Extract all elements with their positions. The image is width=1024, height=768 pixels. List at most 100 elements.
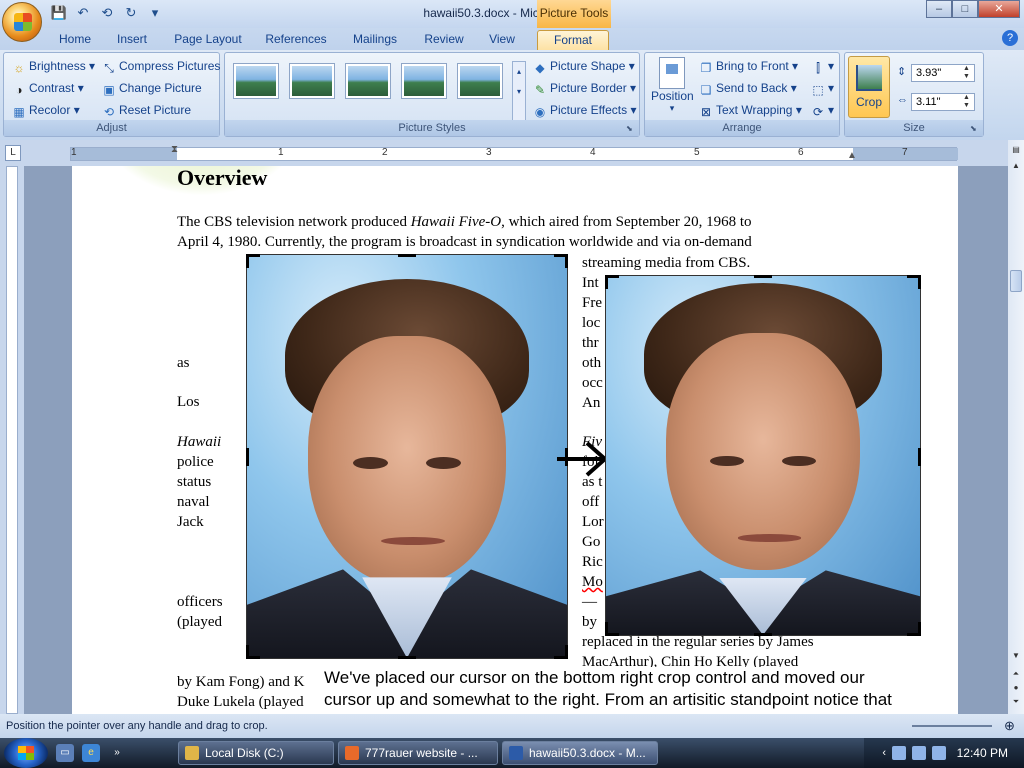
compress-icon: ⤡ (104, 61, 114, 75)
crop-handle-bottom[interactable] (754, 633, 772, 636)
width-field[interactable]: 3.11" ▲ ▼ (911, 93, 975, 111)
help-icon[interactable]: ? (1002, 30, 1018, 46)
ruler-number: 7 (902, 147, 908, 158)
picture-effects-button[interactable]: ◉ Picture Effects ▾ (533, 100, 637, 120)
recolor-button[interactable]: ▦ Recolor ▾ (12, 100, 79, 120)
crop-handle-bottom-left[interactable] (246, 645, 260, 659)
tab-mailings[interactable]: Mailings (344, 30, 406, 50)
previous-page-icon[interactable]: ⏶ (1010, 668, 1022, 680)
crop-handle-top[interactable] (398, 254, 416, 257)
taskbar-item-website[interactable]: 777rauer website - ... (338, 741, 498, 765)
ruler-bar[interactable]: 1 1 2 3 4 5 6 7 ⧗ ▲ (70, 144, 958, 161)
rotate-button[interactable]: ⟳ ▾ (811, 100, 834, 120)
zoom-slider[interactable] (912, 725, 992, 727)
crop-handle-bottom-left[interactable] (605, 622, 619, 636)
minimize-button[interactable]: – (926, 0, 952, 18)
crop-handle-bottom[interactable] (398, 656, 416, 659)
picture-style-thumb-1[interactable] (233, 63, 279, 99)
vertical-ruler-bar[interactable] (6, 166, 18, 714)
taskbar-item-word[interactable]: hawaii50.3.docx - M... (502, 741, 658, 765)
picture-shape-button[interactable]: ◆ Picture Shape ▾ (533, 56, 634, 76)
internet-explorer-icon[interactable]: e (82, 744, 100, 762)
tab-selector[interactable]: L (5, 145, 21, 161)
tab-view[interactable]: View (480, 30, 524, 50)
crop-handle-top[interactable] (754, 275, 772, 278)
paragraph-line: Duke Lukela (played (177, 694, 304, 710)
next-page-icon[interactable]: ⏷ (1010, 696, 1022, 708)
tab-insert[interactable]: Insert (108, 30, 156, 50)
size-launcher-icon[interactable]: ⬊ (970, 124, 980, 134)
reset-picture-button[interactable]: ⟲ Reset Picture (102, 100, 191, 120)
send-to-back-button[interactable]: ❏ Send to Back ▾ (699, 78, 797, 98)
zoom-in-icon[interactable]: ⊕ (1004, 714, 1015, 738)
picture-shape-icon: ◆ (535, 61, 545, 75)
clock[interactable]: 12:40 PM (957, 746, 1008, 760)
tab-review[interactable]: Review (418, 30, 470, 50)
change-picture-button[interactable]: ▣ Change Picture (102, 78, 201, 98)
right-indent-marker-icon[interactable]: ▲ (847, 150, 857, 161)
picture-style-thumb-5[interactable] (457, 63, 503, 99)
size-group: Crop ⇕ 3.93" ▲ ▼ ⇔ 3.11" ▲ ▼ Size ⬊ (844, 52, 984, 137)
volume-icon[interactable] (912, 746, 926, 760)
scroll-up-icon[interactable]: ▲ (1010, 160, 1022, 172)
height-spinner-icon[interactable]: ▲ ▼ (963, 65, 973, 81)
brightness-icon: ☼ (13, 61, 25, 75)
crop-button[interactable]: Crop (848, 56, 890, 118)
horizontal-ruler: L 1 1 2 3 4 5 6 7 ⧗ ▲ (0, 140, 1024, 166)
browse-object-icon[interactable]: ● (1010, 682, 1022, 694)
width-spinner-icon[interactable]: ▲ ▼ (963, 94, 973, 110)
tab-format[interactable]: Format (537, 30, 609, 50)
tab-home[interactable]: Home (52, 30, 98, 50)
maximize-button[interactable]: □ (952, 0, 978, 18)
crop-handle-bottom-right[interactable] (554, 645, 568, 659)
face-eye (352, 456, 388, 469)
view-ruler-icon[interactable]: ▤ (1010, 144, 1022, 156)
office-button[interactable] (2, 2, 42, 42)
picture-style-thumb-3[interactable] (345, 63, 391, 99)
tab-page-layout[interactable]: Page Layout (168, 30, 248, 50)
crop-handle-top-right[interactable] (554, 254, 568, 268)
indent-marker-icon[interactable]: ⧗ (171, 144, 178, 155)
tray-chevron-icon[interactable]: ‹ (872, 746, 886, 760)
picture-styles-launcher-icon[interactable]: ⬊ (626, 124, 636, 134)
original-picture[interactable] (246, 254, 568, 659)
align-button[interactable]: ⫿ ▾ (811, 56, 834, 76)
scroll-thumb[interactable] (1010, 270, 1022, 292)
position-button[interactable]: Position ▾ (651, 57, 694, 114)
taskbar-item-local-disk[interactable]: Local Disk (C:) (178, 741, 334, 765)
quick-launch-more-icon[interactable]: » (108, 744, 126, 762)
cropped-picture[interactable] (605, 275, 921, 636)
scroll-down-icon[interactable]: ▼ (1010, 650, 1022, 662)
tab-references[interactable]: References (260, 30, 332, 50)
show-desktop-icon[interactable]: ▭ (56, 744, 74, 762)
picture-style-thumb-4[interactable] (401, 63, 447, 99)
gallery-scroll[interactable]: ▴ ▾ (512, 61, 526, 121)
picture-style-thumb-2[interactable] (289, 63, 335, 99)
picture-border-button[interactable]: ✎ Picture Border ▾ (533, 78, 636, 98)
network-icon[interactable] (892, 746, 906, 760)
close-button[interactable]: ✕ (978, 0, 1020, 18)
start-button[interactable] (4, 738, 48, 768)
folder-icon (185, 746, 199, 760)
crop-handle-top-right[interactable] (907, 275, 921, 289)
group-button[interactable]: ⬚ ▾ (811, 78, 834, 98)
crop-handle-top-left[interactable] (246, 254, 260, 268)
face-eye (709, 455, 745, 467)
arrange-group-label: Arrange (645, 120, 839, 136)
crop-handle-bottom-right[interactable] (907, 622, 921, 636)
size-group-label: Size (845, 120, 983, 136)
crop-handle-top-left[interactable] (605, 275, 619, 289)
text-wrapping-button[interactable]: ⊠ Text Wrapping ▾ (699, 100, 802, 120)
crop-handle-left[interactable] (246, 448, 249, 466)
security-icon[interactable] (932, 746, 946, 760)
bring-to-front-button[interactable]: ❐ Bring to Front ▾ (699, 56, 798, 76)
brightness-button[interactable]: ☼ Brightness ▾ (12, 56, 96, 76)
contrast-button[interactable]: ◑ Contrast ▾ (12, 78, 83, 98)
crop-handle-right[interactable] (918, 448, 921, 466)
vertical-scrollbar[interactable]: ▤ ▲ ▼ ⏶ ● ⏷ (1008, 140, 1024, 714)
text-fragment: as (177, 355, 190, 371)
height-field[interactable]: 3.93" ▲ ▼ (911, 64, 975, 82)
ruler-number: 4 (590, 147, 596, 158)
face-mouth (737, 534, 801, 542)
compress-pictures-button[interactable]: ⤡ Compress Pictures (102, 56, 220, 76)
